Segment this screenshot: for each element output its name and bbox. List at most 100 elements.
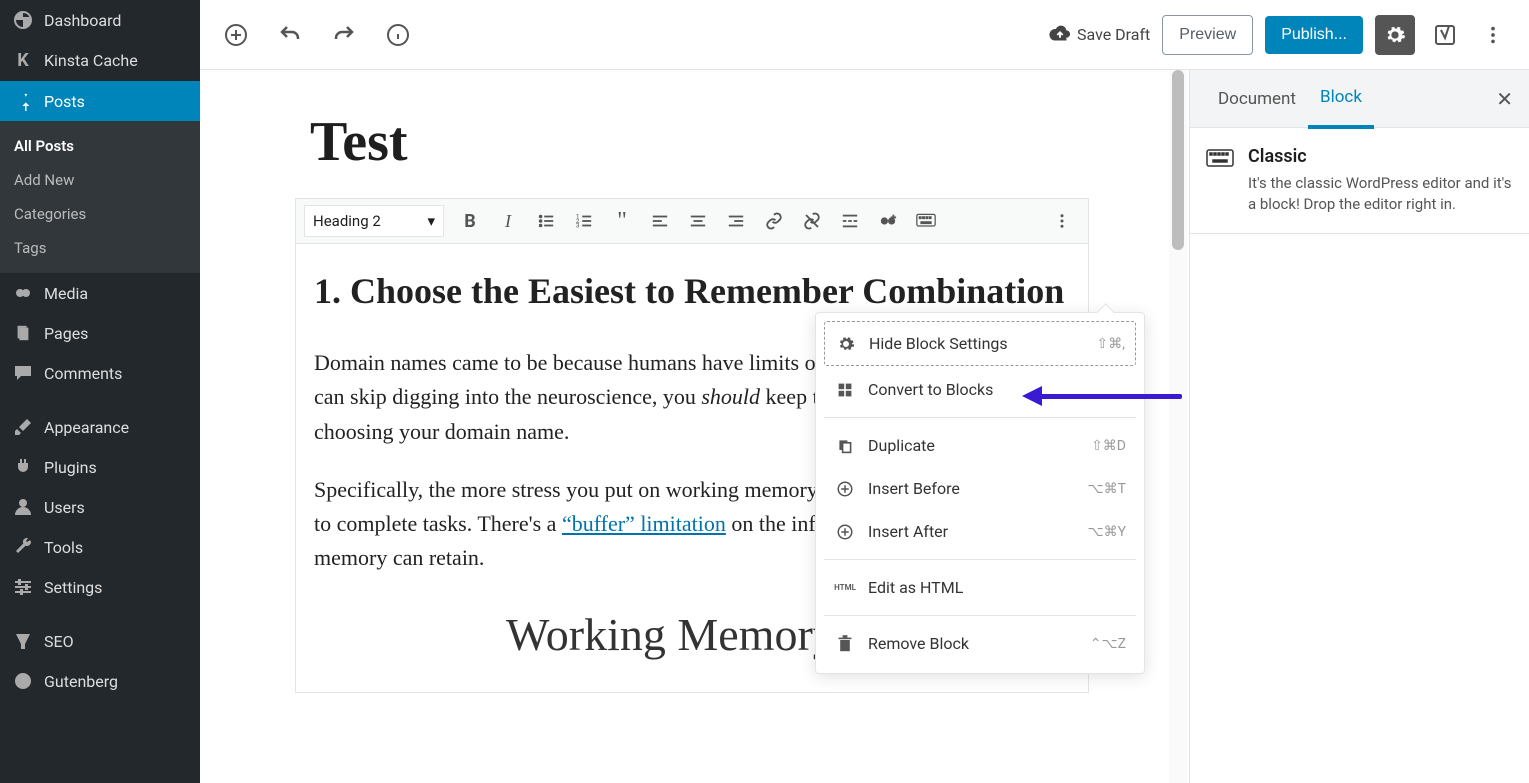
menu-label: Edit as HTML	[868, 578, 963, 597]
sidebar-item-appearance[interactable]: Appearance	[0, 407, 200, 447]
brush-icon	[12, 417, 34, 437]
canvas-scrollbar[interactable]	[1169, 70, 1187, 783]
quote-button[interactable]: "	[604, 205, 640, 237]
content-link[interactable]: “buffer” limitation	[562, 511, 726, 536]
sidebar-item-pages[interactable]: Pages	[0, 313, 200, 353]
menu-label: Convert to Blocks	[868, 380, 993, 399]
submenu-add-new[interactable]: Add New	[0, 163, 200, 197]
content-heading: 1. Choose the Easiest to Remember Combin…	[314, 266, 1070, 316]
html-icon: HTML	[834, 583, 856, 592]
sidebar-item-users[interactable]: Users	[0, 487, 200, 527]
page-icon	[12, 323, 34, 343]
panel-tabs: Document Block ✕	[1190, 70, 1529, 128]
close-panel-button[interactable]: ✕	[1496, 87, 1513, 111]
sidebar-label: SEO	[44, 632, 74, 651]
sidebar-item-comments[interactable]: Comments	[0, 353, 200, 393]
block-more-button[interactable]	[1044, 205, 1080, 237]
italic-button[interactable]: I	[490, 205, 526, 237]
menu-separator	[824, 615, 1136, 616]
classic-toolbar: Heading 2 ▾ B I 123 "	[296, 199, 1088, 244]
preview-button[interactable]: Preview	[1162, 15, 1253, 55]
menu-shortcut: ⇧⌘,	[1097, 336, 1126, 352]
svg-text:3: 3	[576, 221, 580, 229]
sidebar-label: Tools	[44, 538, 83, 557]
sidebar-item-kinsta[interactable]: K Kinsta Cache	[0, 40, 200, 81]
add-block-button[interactable]	[218, 17, 254, 53]
sliders-icon	[12, 577, 34, 597]
align-center-button[interactable]	[680, 205, 716, 237]
posts-submenu: All Posts Add New Categories Tags	[0, 121, 200, 273]
sidebar-item-dashboard[interactable]: Dashboard	[0, 0, 200, 40]
menu-insert-before[interactable]: Insert Before ⌥⌘T	[824, 467, 1136, 510]
menu-separator	[824, 559, 1136, 560]
sidebar-item-seo[interactable]: SEO	[0, 621, 200, 661]
editor-topbar: Save Draft Preview Publish...	[200, 0, 1529, 70]
admin-sidebar: Dashboard K Kinsta Cache Posts All Posts…	[0, 0, 200, 783]
menu-separator	[824, 417, 1136, 418]
block-info: Classic It's the classic WordPress edito…	[1190, 128, 1529, 234]
menu-shortcut: ⇧⌘D	[1091, 438, 1126, 454]
menu-shortcut: ⌃⌥Z	[1090, 636, 1126, 652]
sidebar-label: Plugins	[44, 458, 97, 477]
bullet-list-button[interactable]	[528, 205, 564, 237]
sidebar-item-settings[interactable]: Settings	[0, 567, 200, 607]
post-title[interactable]: Test	[200, 70, 1184, 198]
block-title: Classic	[1248, 146, 1513, 167]
add-media-button[interactable]	[870, 205, 906, 237]
keyboard-button[interactable]	[908, 205, 944, 237]
annotation-arrow	[1022, 388, 1182, 404]
menu-hide-block-settings[interactable]: Hide Block Settings ⇧⌘,	[824, 321, 1136, 366]
save-draft-label: Save Draft	[1077, 25, 1150, 44]
sidebar-item-gutenberg[interactable]: Gutenberg	[0, 661, 200, 701]
more-menu-button[interactable]	[1475, 17, 1511, 53]
settings-toggle-button[interactable]	[1375, 15, 1415, 55]
chevron-down-icon: ▾	[427, 212, 435, 230]
submenu-all-posts[interactable]: All Posts	[0, 129, 200, 163]
scrollbar-thumb[interactable]	[1172, 70, 1184, 250]
insert-more-button[interactable]	[832, 205, 868, 237]
submenu-categories[interactable]: Categories	[0, 197, 200, 231]
unlink-button[interactable]	[794, 205, 830, 237]
sidebar-item-tools[interactable]: Tools	[0, 527, 200, 567]
menu-label: Hide Block Settings	[869, 334, 1008, 353]
publish-button[interactable]: Publish...	[1265, 16, 1363, 54]
tab-block[interactable]: Block	[1308, 69, 1374, 129]
yoast-icon	[12, 631, 34, 651]
media-icon	[12, 283, 34, 303]
menu-duplicate[interactable]: Duplicate ⇧⌘D	[824, 424, 1136, 467]
cloud-icon	[1049, 24, 1071, 46]
sidebar-label: Dashboard	[44, 11, 121, 30]
undo-button[interactable]	[272, 17, 308, 53]
plug-icon	[12, 457, 34, 477]
bold-button[interactable]: B	[452, 205, 488, 237]
sidebar-item-posts[interactable]: Posts	[0, 81, 200, 121]
align-right-button[interactable]	[718, 205, 754, 237]
sidebar-label: Comments	[44, 364, 122, 383]
sidebar-label: Media	[44, 284, 88, 303]
sidebar-item-plugins[interactable]: Plugins	[0, 447, 200, 487]
menu-label: Duplicate	[868, 436, 935, 455]
sidebar-item-media[interactable]: Media	[0, 273, 200, 313]
tab-document[interactable]: Document	[1206, 71, 1308, 127]
wrench-icon	[12, 537, 34, 557]
sidebar-label: Pages	[44, 324, 88, 343]
link-button[interactable]	[756, 205, 792, 237]
menu-label: Insert After	[868, 522, 948, 541]
format-select[interactable]: Heading 2 ▾	[304, 205, 444, 237]
yoast-button[interactable]	[1427, 17, 1463, 53]
submenu-tags[interactable]: Tags	[0, 231, 200, 265]
menu-edit-html[interactable]: HTML Edit as HTML	[824, 566, 1136, 609]
menu-insert-after[interactable]: Insert After ⌥⌘Y	[824, 510, 1136, 553]
number-list-button[interactable]: 123	[566, 205, 602, 237]
pin-icon	[12, 91, 34, 111]
sidebar-label: Posts	[44, 92, 85, 111]
redo-button[interactable]	[326, 17, 362, 53]
menu-label: Insert Before	[868, 479, 960, 498]
menu-remove-block[interactable]: Remove Block ⌃⌥Z	[824, 622, 1136, 665]
menu-shortcut: ⌥⌘T	[1088, 481, 1127, 497]
save-draft-button[interactable]: Save Draft	[1049, 24, 1150, 46]
comment-icon	[12, 363, 34, 383]
align-left-button[interactable]	[642, 205, 678, 237]
content-info-button[interactable]	[380, 17, 416, 53]
trash-icon	[834, 635, 856, 653]
